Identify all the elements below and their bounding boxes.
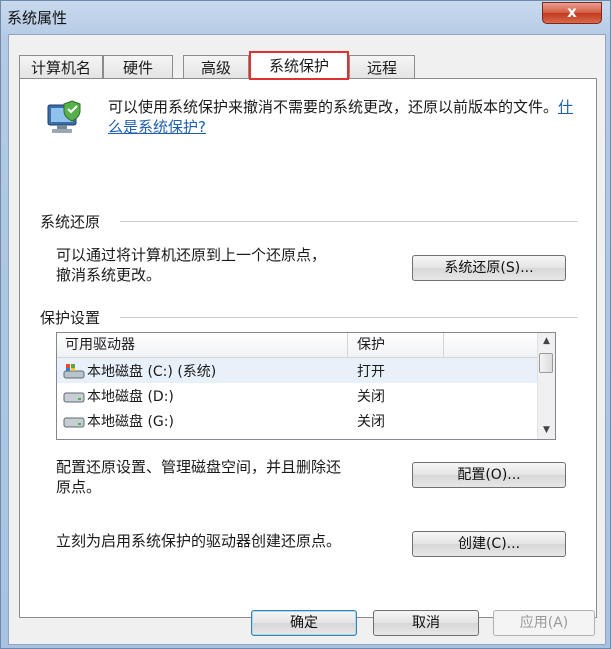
tab-advanced[interactable]: 高级 bbox=[183, 55, 249, 79]
intro-description: 可以使用系统保护来撤消不需要的系统更改，还原以前版本的文件。什么是系统保护? bbox=[108, 97, 578, 137]
column-protection[interactable]: 保护 bbox=[357, 333, 385, 357]
scroll-thumb[interactable] bbox=[539, 353, 553, 373]
scroll-down-arrow-icon[interactable]: ▼ bbox=[538, 422, 555, 439]
drives-list-scrollbar[interactable]: ▲ ▼ bbox=[537, 333, 555, 439]
system-protection-panel: 可以使用系统保护来撤消不需要的系统更改，还原以前版本的文件。什么是系统保护? 系… bbox=[19, 78, 597, 618]
tab-hardware[interactable]: 硬件 bbox=[103, 55, 173, 79]
configure-description: 配置还原设置、管理磁盘空间，并且删除还 原点。 bbox=[56, 457, 416, 497]
system-drive-icon bbox=[63, 364, 85, 379]
drive-protection-status: 关闭 bbox=[357, 414, 385, 430]
drive-icon bbox=[63, 417, 85, 428]
tab-remote[interactable]: 远程 bbox=[349, 55, 415, 79]
drive-row-d[interactable]: 本地磁盘 (D:) 关闭 bbox=[57, 383, 539, 408]
apply-button[interactable]: 应用(A) bbox=[493, 610, 595, 636]
drive-row-g[interactable]: 本地磁盘 (G:) 关闭 bbox=[57, 408, 539, 433]
restore-desc-line1: 可以通过将计算机还原到上一个还原点， bbox=[56, 246, 327, 264]
scroll-up-arrow-icon[interactable]: ▲ bbox=[538, 333, 555, 350]
column-separator[interactable] bbox=[443, 333, 444, 357]
configure-button[interactable]: 配置(O)... bbox=[412, 462, 566, 488]
ok-button[interactable]: 确定 bbox=[251, 610, 357, 636]
system-properties-window: 系统属性 x 计算机名 硬件 高级 系统保护 远程 可以使用系统保护来撤消不需要… bbox=[0, 0, 611, 649]
drive-name: 本地磁盘 (C:) (系统) bbox=[87, 364, 217, 380]
drive-name: 本地磁盘 (D:) bbox=[87, 389, 174, 405]
dialog-footer: 确定 取消 应用(A) bbox=[9, 610, 605, 640]
system-restore-button[interactable]: 系统还原(S)... bbox=[412, 255, 566, 281]
cancel-button[interactable]: 取消 bbox=[373, 610, 479, 636]
system-restore-description: 可以通过将计算机还原到上一个还原点， 撤消系统更改。 bbox=[56, 245, 406, 285]
drive-row-c[interactable]: 本地磁盘 (C:) (系统) 打开 bbox=[57, 358, 539, 383]
create-button[interactable]: 创建(C)... bbox=[412, 531, 566, 557]
window-title: 系统属性 bbox=[7, 9, 68, 27]
restore-desc-line2: 撤消系统更改。 bbox=[56, 266, 162, 284]
group-divider bbox=[120, 317, 578, 318]
configure-desc-line2: 原点。 bbox=[56, 478, 102, 496]
drive-protection-status: 打开 bbox=[357, 364, 385, 380]
column-available-drives[interactable]: 可用驱动器 bbox=[65, 333, 135, 357]
drive-protection-status: 关闭 bbox=[357, 389, 385, 405]
system-restore-group-label: 系统还原 bbox=[40, 213, 101, 231]
close-button[interactable]: x bbox=[542, 2, 602, 24]
column-separator[interactable] bbox=[347, 333, 348, 357]
dialog-client-area: 计算机名 硬件 高级 系统保护 远程 可以使用系统保护来撤消不需要的系统更改，还… bbox=[8, 34, 606, 645]
group-divider bbox=[120, 221, 578, 222]
intro-text: 可以使用系统保护来撤消不需要的系统更改，还原以前版本的文件。 bbox=[108, 98, 559, 116]
drive-name: 本地磁盘 (G:) bbox=[87, 414, 174, 430]
tab-system-protection[interactable]: 系统保护 bbox=[249, 51, 349, 80]
configure-desc-line1: 配置还原设置、管理磁盘空间，并且删除还 bbox=[56, 458, 342, 476]
drive-icon bbox=[63, 392, 85, 403]
tab-computer-name[interactable]: 计算机名 bbox=[19, 55, 103, 79]
create-description: 立刻为启用系统保护的驱动器创建还原点。 bbox=[56, 532, 342, 550]
drives-list-header: 可用驱动器 保护 bbox=[57, 333, 539, 358]
drives-list[interactable]: 可用驱动器 保护 本地磁盘 (C:) (系统) 打开 本地磁盘 (D:) 关闭 … bbox=[56, 332, 556, 440]
protection-settings-group-label: 保护设置 bbox=[40, 309, 101, 327]
computer-shield-icon bbox=[47, 100, 81, 133]
